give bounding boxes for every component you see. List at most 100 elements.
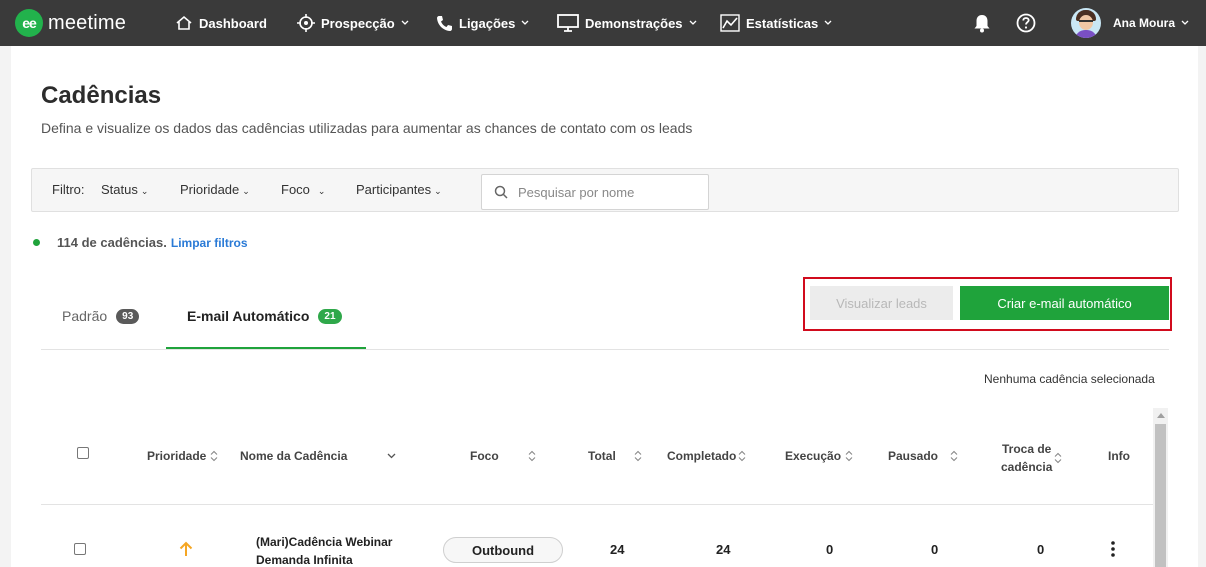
- home-icon: [176, 15, 192, 30]
- chevron-down-icon: [521, 20, 529, 25]
- brand-logo[interactable]: ee meetime: [15, 0, 126, 46]
- nav-dashboard-label: Dashboard: [199, 15, 267, 31]
- notifications-button[interactable]: [973, 0, 991, 46]
- nav-estatisticas-label: Estatísticas: [746, 15, 819, 31]
- sort-icon: [528, 450, 536, 462]
- page-subtitle: Defina e visualize os dados das cadência…: [41, 120, 693, 136]
- chevron-down-icon: [1181, 20, 1189, 25]
- search-icon: [494, 185, 508, 199]
- column-nome-label: Nome da Cadência: [240, 449, 348, 463]
- column-prioridade-label: Prioridade: [147, 449, 207, 463]
- row-cadence-name[interactable]: (Mari)Cadência Webinar Demanda Infinita: [256, 533, 392, 567]
- chevron-down-icon: [401, 20, 409, 25]
- selection-status: Nenhuma cadência selecionada: [984, 372, 1155, 386]
- filter-prioridade-label: Prioridade: [180, 182, 240, 197]
- chevron-down-icon: ⌄: [140, 186, 149, 196]
- filter-bar: Filtro: Status ⌄ Prioridade ⌄ Foco ⌄ Partic…: [31, 168, 1179, 212]
- search-box: [481, 174, 709, 210]
- tab-email-automatico-label: E-mail Automático: [187, 308, 310, 324]
- select-all-checkbox[interactable]: [77, 447, 89, 459]
- view-leads-button[interactable]: Visualizar leads: [810, 286, 953, 320]
- arrow-up-icon: [179, 541, 193, 556]
- row-troca: 0: [1037, 542, 1045, 557]
- row-pausado: 0: [931, 542, 939, 557]
- focus-badge: Outbound: [443, 537, 563, 563]
- nav-estatisticas[interactable]: Estatísticas: [720, 0, 832, 46]
- tab-email-automatico-badge: 21: [318, 308, 342, 324]
- column-foco-label: Foco: [470, 449, 499, 463]
- column-prioridade[interactable]: Prioridade: [147, 449, 218, 463]
- chevron-down-icon: ⌄: [317, 186, 326, 196]
- nav-ligacoes-label: Ligações: [459, 15, 516, 31]
- nav-ligacoes[interactable]: Ligações: [436, 0, 529, 46]
- column-troca-label: Troca de cadência: [1001, 440, 1052, 476]
- meetime-logo-icon: ee: [15, 9, 43, 37]
- column-info: Info: [1108, 449, 1130, 463]
- results-summary: 114 de cadências. Limpar filtros: [33, 235, 248, 250]
- filter-label: Filtro:: [52, 182, 85, 197]
- tab-padrao[interactable]: Padrão 93: [62, 308, 140, 324]
- row-cadence-name-line2: Demanda Infinita: [256, 553, 353, 567]
- column-troca-label-line1: Troca de: [1002, 442, 1052, 456]
- clear-filters-link[interactable]: Limpar filtros: [171, 236, 248, 250]
- brand-name: meetime: [48, 11, 127, 34]
- column-troca[interactable]: Troca de cadência: [1001, 440, 1062, 476]
- row-overlay-strip: [941, 563, 1141, 567]
- user-name: Ana Moura: [1113, 16, 1176, 30]
- table-header-divider: [41, 504, 1153, 505]
- nav-dashboard[interactable]: Dashboard: [175, 0, 267, 46]
- user-menu[interactable]: Ana Moura: [1071, 0, 1189, 46]
- sort-icon: [950, 450, 958, 462]
- chevron-down-icon: [824, 20, 832, 25]
- page-title: Cadências: [41, 82, 162, 109]
- chevron-down-icon: [689, 20, 697, 25]
- filter-status-dropdown[interactable]: Status ⌄: [101, 182, 148, 197]
- scrollbar-thumb[interactable]: [1155, 424, 1166, 567]
- target-icon: [297, 14, 315, 32]
- row-checkbox[interactable]: [74, 543, 86, 555]
- column-total-label: Total: [588, 449, 616, 463]
- filter-participantes-dropdown[interactable]: Participantes ⌄: [356, 182, 442, 197]
- top-navbar: ee meetime Dashboard Prospecção Ligações…: [0, 0, 1206, 46]
- chart-icon: [720, 14, 740, 32]
- column-foco[interactable]: Foco: [470, 449, 536, 463]
- row-execucao: 0: [826, 542, 834, 557]
- nav-demonstracoes[interactable]: Demonstrações: [557, 0, 697, 46]
- filter-status-label: Status: [101, 182, 138, 197]
- column-troca-label-line2: cadência: [1001, 460, 1053, 474]
- bell-icon: [974, 14, 990, 32]
- tab-email-automatico[interactable]: E-mail Automático 21: [187, 308, 342, 324]
- row-cadence-name-line1: (Mari)Cadência Webinar: [256, 535, 393, 549]
- column-execucao-label: Execução: [785, 449, 842, 463]
- row-total: 24: [610, 542, 625, 557]
- search-input[interactable]: [518, 184, 698, 200]
- filter-prioridade-dropdown[interactable]: Prioridade ⌄: [180, 182, 250, 197]
- create-email-button[interactable]: Criar e-mail automático: [960, 286, 1169, 320]
- tab-padrao-badge: 93: [116, 308, 140, 324]
- chevron-down-icon: ⌄: [434, 186, 442, 196]
- column-pausado-label: Pausado: [888, 449, 939, 463]
- filter-foco-dropdown[interactable]: Foco ⌄: [281, 182, 325, 197]
- sort-icon: [738, 450, 746, 462]
- row-completado: 24: [716, 542, 731, 557]
- nav-prospeccao-label: Prospecção: [321, 15, 395, 31]
- main-card: Cadências Defina e visualize os dados da…: [11, 46, 1198, 567]
- status-dot: [33, 239, 40, 246]
- chevron-down-icon: ⌄: [242, 186, 250, 196]
- results-count: 114 de cadências.: [57, 235, 167, 250]
- nav-prospeccao[interactable]: Prospecção: [297, 0, 409, 46]
- column-completado[interactable]: Completado: [667, 449, 746, 463]
- filter-participantes-label: Participantes: [356, 182, 432, 197]
- column-total[interactable]: Total: [588, 449, 642, 463]
- tab-padrao-label: Padrão: [62, 308, 108, 324]
- scroll-up-arrow-icon[interactable]: [1157, 413, 1165, 418]
- column-pausado[interactable]: Pausado: [888, 449, 958, 463]
- monitor-icon: [557, 14, 579, 32]
- nav-demonstracoes-label: Demonstrações: [585, 15, 683, 31]
- column-nome[interactable]: Nome da Cadência: [240, 449, 396, 463]
- column-execucao[interactable]: Execução: [785, 449, 853, 463]
- sort-icon: [210, 450, 218, 462]
- help-button[interactable]: [1016, 0, 1036, 46]
- filter-foco-label: Foco: [281, 182, 310, 197]
- more-options-icon[interactable]: [1111, 541, 1115, 557]
